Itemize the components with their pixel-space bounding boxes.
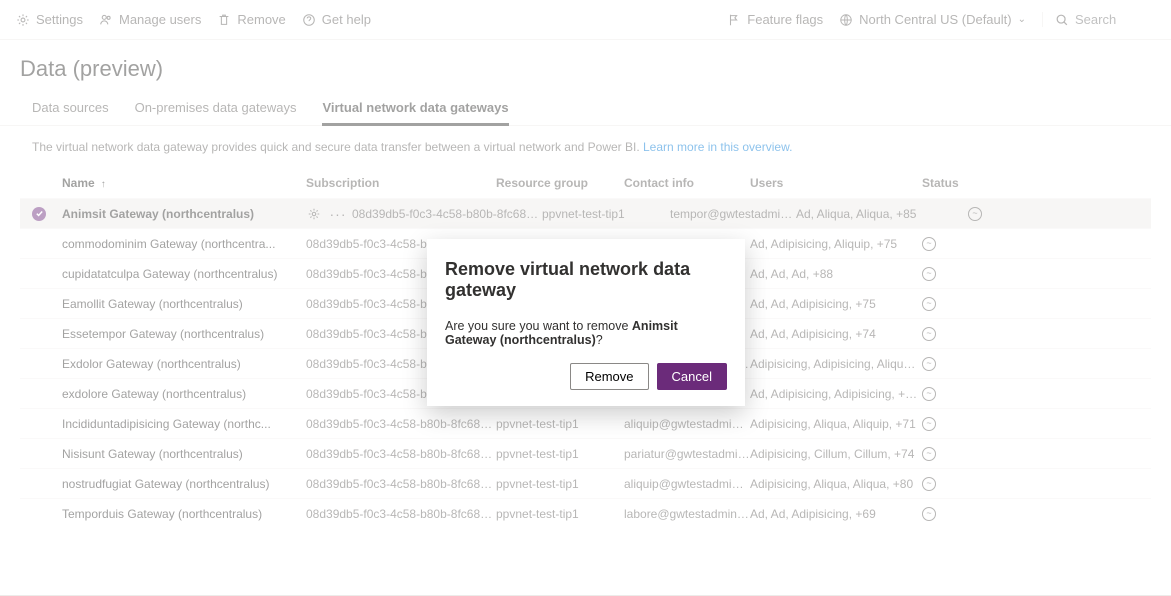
remove-dialog: Remove virtual network data gateway Are … xyxy=(427,239,745,406)
dialog-message: Are you sure you want to remove Animsit … xyxy=(445,319,727,347)
dialog-remove-button[interactable]: Remove xyxy=(570,363,648,390)
dialog-cancel-button[interactable]: Cancel xyxy=(657,363,727,390)
dialog-title: Remove virtual network data gateway xyxy=(445,259,727,301)
